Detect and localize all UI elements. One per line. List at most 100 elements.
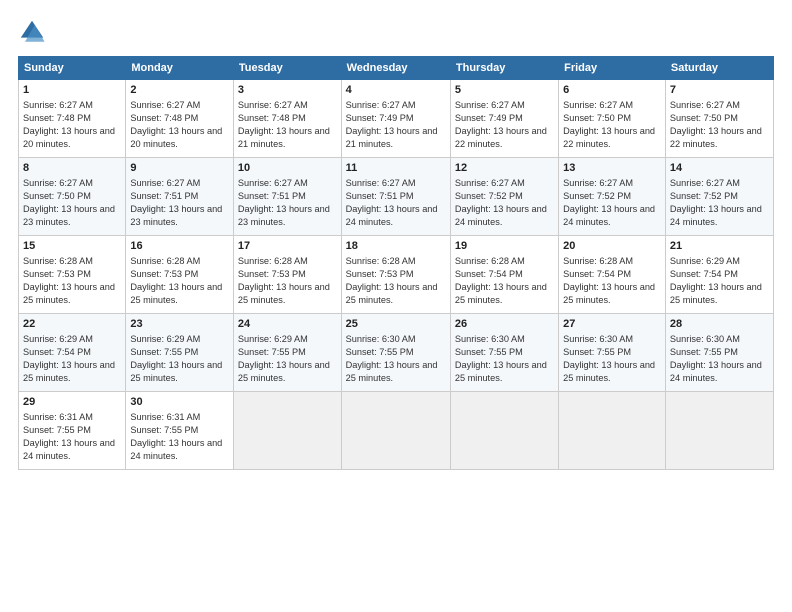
sunrise-label: Sunrise: 6:27 AM bbox=[238, 178, 308, 188]
sunrise-label: Sunrise: 6:28 AM bbox=[346, 256, 416, 266]
day-number: 16 bbox=[130, 239, 229, 254]
page: SundayMondayTuesdayWednesdayThursdayFrid… bbox=[0, 0, 792, 612]
daylight-label: Daylight: 13 hours and 22 minutes. bbox=[563, 126, 655, 149]
calendar-cell bbox=[559, 392, 666, 470]
header-cell-monday: Monday bbox=[126, 57, 234, 80]
sunset-label: Sunset: 7:53 PM bbox=[23, 269, 91, 279]
calendar-cell: 6Sunrise: 6:27 AMSunset: 7:50 PMDaylight… bbox=[559, 80, 666, 158]
day-number: 5 bbox=[455, 83, 554, 98]
daylight-label: Daylight: 13 hours and 24 minutes. bbox=[455, 204, 547, 227]
sunset-label: Sunset: 7:54 PM bbox=[455, 269, 523, 279]
day-number: 26 bbox=[455, 317, 554, 332]
daylight-label: Daylight: 13 hours and 25 minutes. bbox=[563, 282, 655, 305]
sunset-label: Sunset: 7:51 PM bbox=[238, 191, 306, 201]
header-cell-wednesday: Wednesday bbox=[341, 57, 450, 80]
calendar-cell: 28Sunrise: 6:30 AMSunset: 7:55 PMDayligh… bbox=[665, 314, 773, 392]
calendar-cell: 27 Sunrise: 6:30 AM Sunset: 7:55 PM Dayligh… bbox=[559, 314, 666, 392]
sunset-label: Sunset: 7:55 PM bbox=[670, 347, 738, 357]
header-cell-friday: Friday bbox=[559, 57, 666, 80]
calendar-row-3: 15 Sunrise: 6:28 AM Sunset: 7:53 PM Dayligh… bbox=[19, 236, 774, 314]
daylight-label: Daylight: 13 hours and 25 minutes. bbox=[346, 282, 438, 305]
sunset-label: Sunset: 7:48 PM bbox=[238, 113, 306, 123]
calendar-cell: 17Sunrise: 6:28 AMSunset: 7:53 PMDayligh… bbox=[233, 236, 341, 314]
sunrise-label: Sunrise: 6:28 AM bbox=[238, 256, 308, 266]
day-number: 1 bbox=[23, 83, 121, 98]
header-cell-tuesday: Tuesday bbox=[233, 57, 341, 80]
calendar-cell: 18 Sunrise: 6:28 AM Sunset: 7:53 PM Dayligh… bbox=[341, 236, 450, 314]
calendar-cell bbox=[665, 392, 773, 470]
calendar-cell: 20Sunrise: 6:28 AMSunset: 7:54 PMDayligh… bbox=[559, 236, 666, 314]
calendar-cell: 25Sunrise: 6:30 AMSunset: 7:55 PMDayligh… bbox=[341, 314, 450, 392]
calendar-cell: 26Sunrise: 6:30 AMSunset: 7:55 PMDayligh… bbox=[450, 314, 558, 392]
calendar-cell: 11Sunrise: 6:27 AMSunset: 7:51 PMDayligh… bbox=[341, 158, 450, 236]
sunset-label: Sunset: 7:52 PM bbox=[670, 191, 738, 201]
header-cell-thursday: Thursday bbox=[450, 57, 558, 80]
calendar-cell: 29Sunrise: 6:31 AMSunset: 7:55 PMDayligh… bbox=[19, 392, 126, 470]
daylight-label: Daylight: 13 hours and 25 minutes. bbox=[670, 282, 762, 305]
daylight-label: Daylight: 13 hours and 23 minutes. bbox=[238, 204, 330, 227]
day-number: 27 bbox=[563, 317, 661, 332]
sunrise-label: Sunrise: 6:29 AM bbox=[130, 334, 200, 344]
day-number: 2 bbox=[130, 83, 229, 98]
sunrise-label: Sunrise: 6:27 AM bbox=[455, 100, 525, 110]
sunrise-label: Sunrise: 6:28 AM bbox=[455, 256, 525, 266]
day-number: 4 bbox=[346, 83, 446, 98]
daylight-label: Daylight: 13 hours and 25 minutes. bbox=[455, 282, 547, 305]
calendar-row-2: 8Sunrise: 6:27 AMSunset: 7:50 PMDaylight… bbox=[19, 158, 774, 236]
calendar-cell: 23Sunrise: 6:29 AMSunset: 7:55 PMDayligh… bbox=[126, 314, 234, 392]
day-number: 23 bbox=[130, 317, 229, 332]
sunset-label: Sunset: 7:55 PM bbox=[23, 425, 91, 435]
calendar-cell: 2Sunrise: 6:27 AMSunset: 7:48 PMDaylight… bbox=[126, 80, 234, 158]
sunset-label: Sunset: 7:53 PM bbox=[238, 269, 306, 279]
day-number: 30 bbox=[130, 395, 229, 410]
header bbox=[18, 18, 774, 46]
day-number: 29 bbox=[23, 395, 121, 410]
day-number: 17 bbox=[238, 239, 337, 254]
day-number: 18 bbox=[346, 239, 446, 254]
sunrise-label: Sunrise: 6:28 AM bbox=[563, 256, 633, 266]
sunrise-label: Sunrise: 6:28 AM bbox=[23, 256, 93, 266]
sunset-label: Sunset: 7:55 PM bbox=[455, 347, 523, 357]
sunset-label: Sunset: 7:53 PM bbox=[130, 269, 198, 279]
calendar-cell: 24Sunrise: 6:29 AMSunset: 7:55 PMDayligh… bbox=[233, 314, 341, 392]
day-number: 28 bbox=[670, 317, 769, 332]
day-number: 3 bbox=[238, 83, 337, 98]
header-cell-saturday: Saturday bbox=[665, 57, 773, 80]
daylight-label: Daylight: 13 hours and 25 minutes. bbox=[563, 360, 655, 383]
daylight-label: Daylight: 13 hours and 20 minutes. bbox=[130, 126, 222, 149]
day-number: 15 bbox=[23, 239, 121, 254]
sunrise-label: Sunrise: 6:30 AM bbox=[455, 334, 525, 344]
sunrise-label: Sunrise: 6:27 AM bbox=[670, 178, 740, 188]
sunrise-label: Sunrise: 6:27 AM bbox=[670, 100, 740, 110]
daylight-label: Daylight: 13 hours and 24 minutes. bbox=[670, 204, 762, 227]
sunset-label: Sunset: 7:53 PM bbox=[346, 269, 414, 279]
calendar-cell: 1Sunrise: 6:27 AMSunset: 7:48 PMDaylight… bbox=[19, 80, 126, 158]
daylight-label: Daylight: 13 hours and 21 minutes. bbox=[238, 126, 330, 149]
daylight-label: Daylight: 13 hours and 25 minutes. bbox=[23, 282, 115, 305]
sunrise-label: Sunrise: 6:27 AM bbox=[346, 100, 416, 110]
day-number: 10 bbox=[238, 161, 337, 176]
day-number: 8 bbox=[23, 161, 121, 176]
sunset-label: Sunset: 7:49 PM bbox=[455, 113, 523, 123]
sunset-label: Sunset: 7:50 PM bbox=[670, 113, 738, 123]
calendar-row-5: 29Sunrise: 6:31 AMSunset: 7:55 PMDayligh… bbox=[19, 392, 774, 470]
daylight-label: Daylight: 13 hours and 24 minutes. bbox=[670, 360, 762, 383]
sunset-label: Sunset: 7:55 PM bbox=[130, 347, 198, 357]
sunrise-label: Sunrise: 6:27 AM bbox=[23, 100, 93, 110]
daylight-label: Daylight: 13 hours and 25 minutes. bbox=[23, 360, 115, 383]
sunset-label: Sunset: 7:55 PM bbox=[563, 347, 631, 357]
calendar-cell: 13Sunrise: 6:27 AMSunset: 7:52 PMDayligh… bbox=[559, 158, 666, 236]
daylight-label: Daylight: 13 hours and 24 minutes. bbox=[23, 438, 115, 461]
sunrise-label: Sunrise: 6:30 AM bbox=[563, 334, 633, 344]
sunrise-label: Sunrise: 6:27 AM bbox=[455, 178, 525, 188]
day-number: 21 bbox=[670, 239, 769, 254]
daylight-label: Daylight: 13 hours and 24 minutes. bbox=[130, 438, 222, 461]
sunset-label: Sunset: 7:48 PM bbox=[23, 113, 91, 123]
daylight-label: Daylight: 13 hours and 23 minutes. bbox=[130, 204, 222, 227]
day-number: 11 bbox=[346, 161, 446, 176]
sunset-label: Sunset: 7:50 PM bbox=[563, 113, 631, 123]
calendar-cell: 8Sunrise: 6:27 AMSunset: 7:50 PMDaylight… bbox=[19, 158, 126, 236]
sunrise-label: Sunrise: 6:29 AM bbox=[238, 334, 308, 344]
calendar-cell: 15 Sunrise: 6:28 AM Sunset: 7:53 PM Dayligh… bbox=[19, 236, 126, 314]
day-number: 9 bbox=[130, 161, 229, 176]
